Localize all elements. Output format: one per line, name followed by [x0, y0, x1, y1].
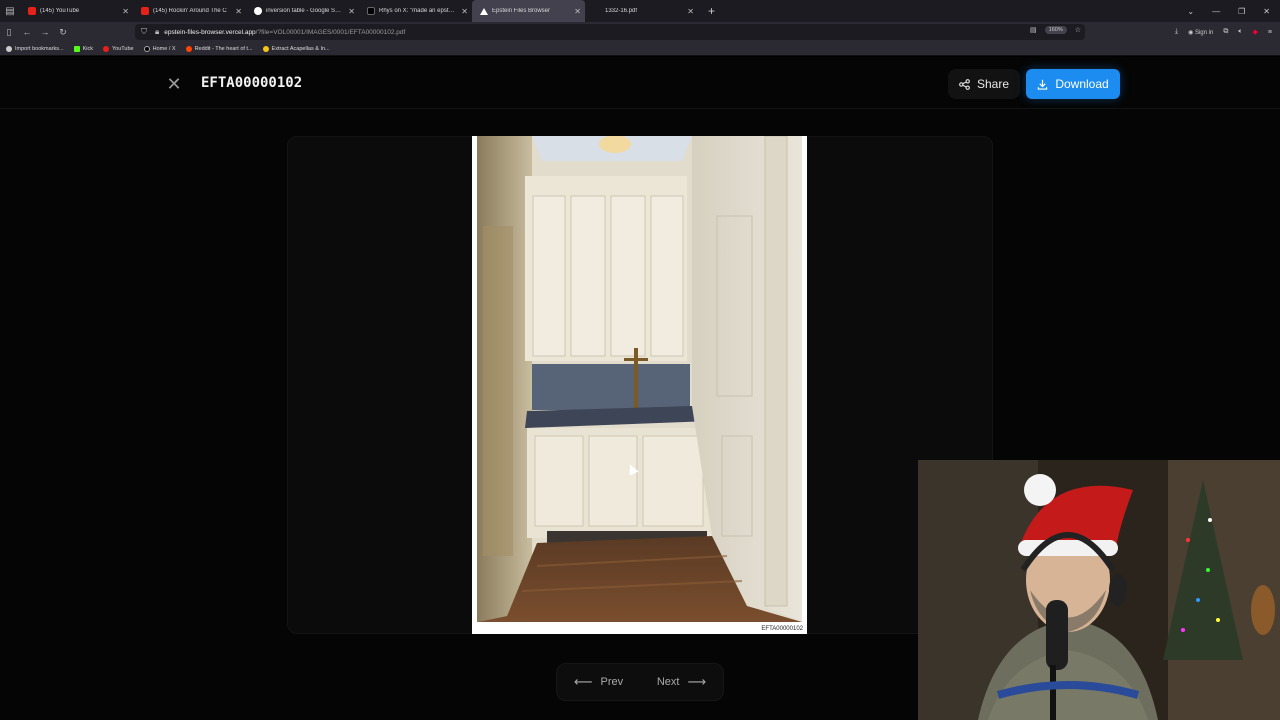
- browser-tab[interactable]: (145) Rockin' Around The C ✕: [133, 0, 246, 22]
- tab-title: (145) Rockin' Around The C: [153, 8, 227, 14]
- shield-icon[interactable]: ⛉: [141, 27, 147, 37]
- tab-title: inversion table - Google Search: [266, 8, 345, 14]
- restore-icon[interactable]: ❐: [1238, 7, 1245, 16]
- bookmark-label: Import bookmarks...: [15, 45, 64, 52]
- arrow-right-icon: ⟶: [687, 674, 707, 689]
- tab-title: Epstein Files Browser: [492, 8, 551, 14]
- youtube-icon: [28, 7, 36, 15]
- downloads-icon[interactable]: ⤓: [1175, 28, 1178, 36]
- x-logo-icon: [367, 7, 375, 15]
- forward-icon[interactable]: →: [36, 27, 54, 37]
- tab-title: 1332-16.pdf: [605, 8, 638, 14]
- download-icon: [1038, 79, 1048, 90]
- page-stamp: EFTA00000102: [761, 626, 803, 632]
- arrow-left-icon: ⟵: [573, 674, 593, 689]
- download-button[interactable]: Download: [1026, 69, 1120, 99]
- lock-icon[interactable]: 🔒︎: [155, 27, 159, 37]
- prev-label: Prev: [600, 676, 624, 688]
- sign-in-label: Sign in: [1194, 29, 1214, 36]
- browser-tab[interactable]: 1332-16.pdf ✕: [585, 0, 698, 22]
- url-path: /?file=VOL00001/IMAGES/0001/EFTA00000102…: [255, 28, 406, 36]
- tab-list-icon[interactable]: ▤: [0, 0, 20, 22]
- browser-tab-active[interactable]: Epstein Files Browser ✕: [472, 0, 585, 22]
- acapella-icon: [262, 45, 269, 52]
- import-icon: [6, 45, 12, 52]
- bookmark-star-icon[interactable]: ☆: [1075, 26, 1081, 34]
- reddit-icon: [185, 45, 192, 52]
- youtube-icon: [141, 7, 149, 15]
- new-tab-button[interactable]: +: [708, 4, 715, 18]
- share-icon: [959, 78, 970, 90]
- next-button[interactable]: Next ⟶: [657, 674, 706, 690]
- close-viewer-button[interactable]: ✕: [160, 70, 188, 98]
- share-label: Share: [976, 77, 1010, 91]
- pdf-icon: [593, 7, 601, 15]
- browser-tab[interactable]: (145) YouTube ✕: [20, 0, 133, 22]
- share-button[interactable]: Share: [948, 69, 1020, 99]
- address-bar[interactable]: ⛉ 🔒︎ epstein-files-browser.vercel.app/?f…: [135, 24, 1085, 40]
- close-tab-icon[interactable]: ✕: [122, 7, 129, 16]
- minimize-icon[interactable]: —: [1212, 7, 1220, 16]
- ublock-icon[interactable]: ◆: [1253, 28, 1258, 36]
- tab-overflow-icon[interactable]: ⌄: [1187, 7, 1194, 16]
- file-title: EFTA00000102: [201, 75, 303, 91]
- close-tab-icon[interactable]: ✕: [348, 7, 355, 16]
- bookmark-item[interactable]: YouTube: [103, 45, 134, 52]
- document-photo: [477, 136, 802, 622]
- kick-icon: [73, 45, 80, 52]
- url-host: epstein-files-browser.vercel.app: [164, 28, 256, 36]
- bookmark-label: Home / X: [152, 45, 176, 52]
- x-logo-icon: [143, 45, 150, 52]
- sign-in-button[interactable]: ◉ Sign in: [1188, 29, 1213, 36]
- close-tab-icon[interactable]: ✕: [687, 7, 694, 16]
- browser-tab[interactable]: inversion table - Google Search ✕: [246, 0, 359, 22]
- browser-tab[interactable]: Rhys on X: "made an epstein fil ✕: [359, 0, 472, 22]
- close-window-icon[interactable]: ✕: [1263, 7, 1270, 16]
- back-icon[interactable]: ←: [18, 27, 36, 37]
- vercel-icon: [480, 7, 488, 15]
- bookmark-item[interactable]: Reddit - The heart of t...: [185, 45, 253, 52]
- google-icon: [254, 7, 262, 15]
- youtube-icon: [103, 45, 109, 52]
- menu-icon[interactable]: ≡: [1268, 29, 1272, 36]
- webcam-overlay: [918, 460, 1280, 720]
- bookmark-item[interactable]: Kick: [73, 45, 93, 52]
- close-tab-icon[interactable]: ✕: [574, 7, 581, 16]
- bookmark-label: Reddit - The heart of t...: [194, 45, 253, 52]
- bookmark-label: YouTube: [112, 45, 134, 52]
- audio-icon[interactable]: 🔈︎: [1238, 28, 1242, 36]
- browser-nav-bar: ▯ ← → ↻ ⛉ 🔒︎ epstein-files-browser.verce…: [0, 22, 1280, 42]
- zoom-level[interactable]: 160%: [1044, 26, 1067, 34]
- tab-title: Rhys on X: "made an epstein fil: [379, 8, 458, 14]
- pagination-controls: ⟵ Prev Next ⟶: [556, 663, 724, 701]
- bookmarks-bar: Import bookmarks... Kick YouTube Home / …: [0, 42, 1280, 56]
- reload-icon[interactable]: ↻: [54, 27, 72, 38]
- next-label: Next: [656, 676, 680, 688]
- tab-title: (145) YouTube: [40, 8, 80, 14]
- window-controls: ⌄ — ❐ ✕: [1187, 0, 1280, 22]
- close-icon: ✕: [166, 73, 182, 94]
- bookmark-item[interactable]: Extract Acapellas & In...: [262, 45, 330, 52]
- bookmark-label: Extract Acapellas & In...: [271, 45, 330, 52]
- webcam-image: [918, 460, 1280, 720]
- close-tab-icon[interactable]: ✕: [461, 7, 468, 16]
- prev-button[interactable]: ⟵ Prev: [574, 674, 623, 690]
- sidebar-icon[interactable]: ▯: [0, 27, 18, 38]
- reader-view-icon[interactable]: ▤: [1030, 26, 1037, 34]
- browser-tab-bar: ▤ (145) YouTube ✕ (145) Rockin' Around T…: [0, 0, 1280, 22]
- viewer-header: ✕ EFTA00000102 Share Download: [0, 57, 1280, 109]
- bookmark-item[interactable]: Import bookmarks...: [6, 45, 64, 52]
- bookmark-label: Kick: [82, 45, 93, 52]
- extensions-icon[interactable]: ⧉: [1223, 28, 1228, 36]
- bookmark-item[interactable]: Home / X: [143, 45, 176, 52]
- document-page: EFTA00000102: [472, 136, 807, 634]
- download-label: Download: [1055, 77, 1109, 91]
- close-tab-icon[interactable]: ✕: [235, 7, 242, 16]
